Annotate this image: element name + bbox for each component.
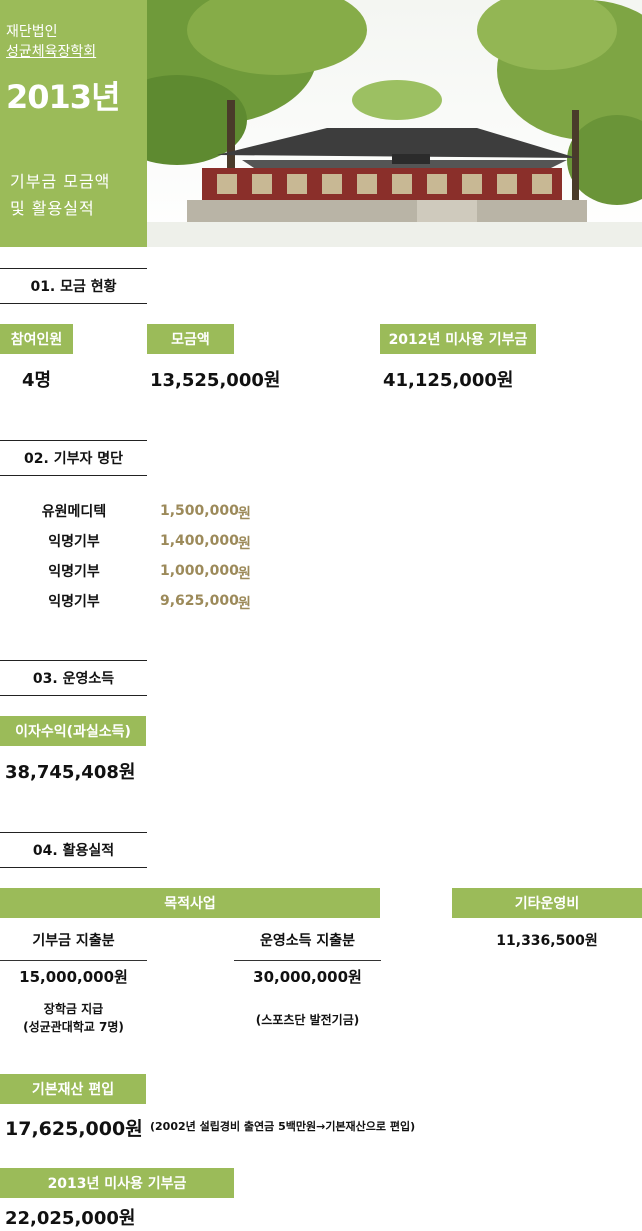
base-asset-value: 17,625,000원 (5, 1118, 143, 1140)
base-asset-note: (2002년 설립경비 출연금 5백만원→기본재산으로 편입) (150, 1120, 416, 1133)
income-spend-label: 운영소득 지출분 (259, 933, 356, 949)
donor-amount: 9,625,000 (160, 593, 239, 609)
donor-amount: 1,500,000 (160, 503, 239, 519)
participants-value: 4명 (22, 370, 52, 391)
org-name: 재단법인 성균체육장학회 (6, 22, 96, 62)
other-expense-value: 11,336,500원 (496, 933, 598, 949)
section-title-2: 02. 기부자 명단 (0, 440, 147, 476)
subtitle-line1: 기부금 모금액 (10, 172, 111, 191)
divider (0, 960, 147, 961)
donor-name: 익명기부 (48, 534, 100, 550)
donor-name: 익명기부 (48, 594, 100, 610)
interest-label: 이자수익(과실소득) (0, 716, 146, 746)
hall-photo (147, 0, 642, 247)
purpose-label: 목적사업 (0, 888, 380, 918)
donor-name: 익명기부 (48, 564, 100, 580)
donation-spend-note: 장학금 지급 (성균관대학교 7명) (0, 1000, 147, 1036)
donation-spend-label: 기부금 지출분 (32, 933, 115, 949)
donor-unit: 원 (238, 596, 251, 612)
unused-2013-value: 22,025,000원 (5, 1208, 136, 1229)
donor-unit: 원 (238, 536, 251, 552)
donor-unit: 원 (238, 566, 251, 582)
donor-unit: 원 (238, 506, 251, 522)
income-spend-value: 30,000,000원 (253, 968, 362, 986)
unused-2012-label: 2012년 미사용 기부금 (380, 324, 536, 354)
section-title-4: 04. 활용실적 (0, 832, 147, 868)
subtitle-line2: 및 활용실적 (10, 199, 95, 218)
base-asset-label: 기본재산 편입 (0, 1074, 146, 1104)
note-line1: 장학금 지급 (43, 1002, 104, 1016)
donor-name: 유원메디텍 (41, 504, 107, 520)
other-expense-label: 기타운영비 (452, 888, 642, 918)
org-line2: 성균체육장학회 (6, 44, 97, 60)
participants-label: 참여인원 (0, 324, 73, 354)
income-spend-note: (스포츠단 발전기금) (255, 1013, 360, 1027)
report-year: 2013년 (6, 78, 121, 116)
donor-amount: 1,000,000 (160, 563, 239, 579)
report-subtitle: 기부금 모금액 및 활용실적 (10, 168, 110, 222)
org-line1: 재단법인 (6, 24, 58, 40)
amount-value: 13,525,000원 (150, 370, 281, 391)
hall-photo-image (147, 0, 642, 247)
note-line2: (성균관대학교 7명) (23, 1020, 124, 1034)
section-title-1: 01. 모금 현황 (0, 268, 147, 304)
section-title-3: 03. 운영소득 (0, 660, 147, 696)
amount-label: 모금액 (147, 324, 234, 354)
unused-2013-label: 2013년 미사용 기부금 (0, 1168, 234, 1198)
donation-spend-value: 15,000,000원 (19, 968, 128, 986)
interest-value: 38,745,408원 (5, 762, 136, 783)
unused-2012-value: 41,125,000원 (383, 370, 514, 391)
divider (234, 960, 381, 961)
donor-amount: 1,400,000 (160, 533, 239, 549)
